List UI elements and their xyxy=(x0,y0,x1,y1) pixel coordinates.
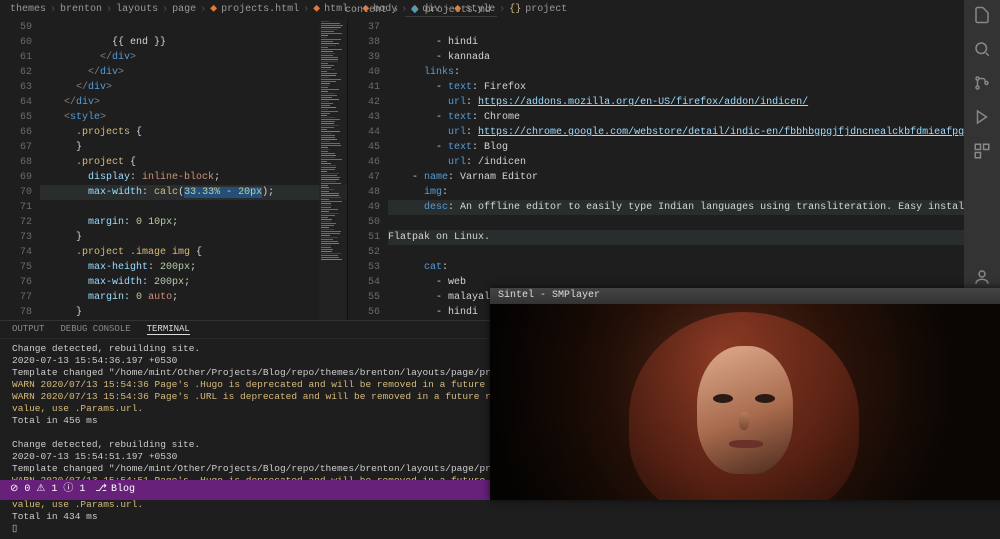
tab-output[interactable]: OUTPUT xyxy=(12,324,44,335)
extensions-icon[interactable] xyxy=(973,142,991,160)
status-branch[interactable]: ⎇ Blog xyxy=(95,480,135,500)
tab-projects-md[interactable]: ◆ projects.md xyxy=(405,4,497,17)
tab-debug-console[interactable]: DEBUG CONSOLE xyxy=(60,324,130,335)
code-left[interactable]: {{ end }} </div> </div> </div> </div> <s… xyxy=(40,20,347,320)
video-title-bar[interactable]: Sintel - SMPlayer xyxy=(490,288,1000,304)
files-icon[interactable] xyxy=(973,6,991,24)
search-icon[interactable] xyxy=(973,40,991,58)
activity-bar xyxy=(964,0,1000,320)
status-problems[interactable]: ⊘ 0 ⚠ 1 ⓘ 1 xyxy=(10,480,85,500)
right-editor-tabs: content› ◆ projects.md xyxy=(345,0,497,20)
editor-right[interactable]: 3738394041424344454647484950515253545556… xyxy=(348,20,1000,320)
breadcrumb[interactable]: themes› brenton› layouts› page› ⬥project… xyxy=(0,0,1000,20)
account-icon[interactable] xyxy=(973,268,991,286)
video-player-window[interactable]: Sintel - SMPlayer xyxy=(490,288,1000,500)
tab-terminal[interactable]: TERMINAL xyxy=(147,324,190,335)
code-right[interactable]: - hindi - kannada links: - text: Firefox… xyxy=(388,20,999,320)
video-frame xyxy=(490,304,1000,500)
gutter-left: 5960616263646566676869707172737475767778… xyxy=(0,20,40,320)
gutter-right: 3738394041424344454647484950515253545556… xyxy=(348,20,388,320)
editor-left[interactable]: 5960616263646566676869707172737475767778… xyxy=(0,20,348,320)
source-control-icon[interactable] xyxy=(973,74,991,92)
minimap-left[interactable] xyxy=(319,20,347,320)
run-icon[interactable] xyxy=(973,108,991,126)
